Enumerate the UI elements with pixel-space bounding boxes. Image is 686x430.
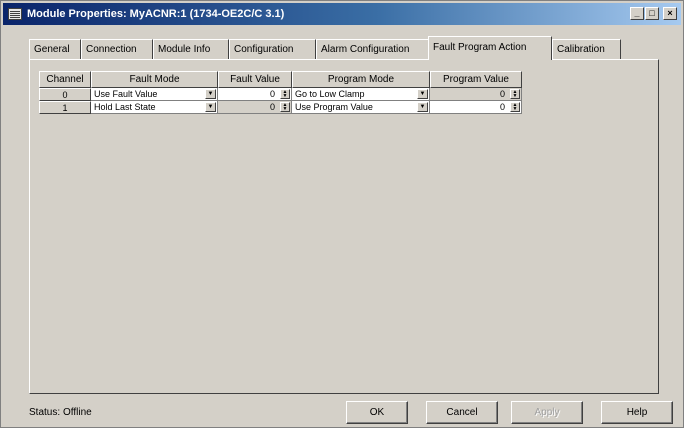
tab-general[interactable]: General — [29, 39, 81, 59]
help-button[interactable]: Help — [601, 401, 673, 424]
program-mode-select[interactable]: Use Program Value ▼ — [292, 101, 430, 114]
fault-mode-value: Use Fault Value — [94, 89, 158, 99]
fault-mode-value: Hold Last State — [94, 102, 156, 112]
fault-value-stepper[interactable]: 0 ▲ ▼ — [218, 88, 292, 101]
fault-mode-select[interactable]: Use Fault Value ▼ — [91, 88, 218, 101]
program-value-stepper[interactable]: 0 ▲ ▼ — [430, 88, 522, 101]
header-program-mode: Program Mode — [292, 71, 430, 88]
header-program-value: Program Value — [430, 71, 522, 88]
fault-value-number: 0 — [269, 102, 275, 112]
channel-cell: 0 — [39, 88, 91, 101]
chevron-down-icon[interactable]: ▼ — [205, 102, 216, 112]
spin-arrows-icon[interactable]: ▲ ▼ — [510, 102, 520, 112]
fault-mode-select[interactable]: Hold Last State ▼ — [91, 101, 218, 114]
cancel-button[interactable]: Cancel — [426, 401, 498, 424]
header-fault-mode: Fault Mode — [91, 71, 218, 88]
status-label: Status: — [29, 407, 61, 418]
status-value: Offline — [63, 407, 92, 418]
apply-button[interactable]: Apply — [511, 401, 583, 424]
fault-value-stepper[interactable]: 0 ▲ ▼ — [218, 101, 292, 114]
fault-value-number: 0 — [269, 89, 275, 99]
program-mode-select[interactable]: Go to Low Clamp ▼ — [292, 88, 430, 101]
tab-alarm-configuration[interactable]: Alarm Configuration — [316, 39, 430, 59]
maximize-button[interactable]: □ — [645, 7, 659, 20]
program-value-stepper[interactable]: 0 ▲ ▼ — [430, 101, 522, 114]
header-fault-value: Fault Value — [218, 71, 292, 88]
program-mode-value: Use Program Value — [295, 102, 373, 112]
window-title: Module Properties: MyACNR:1 (1734-OE2C/C… — [27, 8, 285, 20]
spin-arrows-icon[interactable]: ▲ ▼ — [280, 102, 290, 112]
chevron-down-icon[interactable]: ▼ — [417, 102, 428, 112]
minimize-button[interactable]: _ — [630, 7, 644, 20]
program-value-number: 0 — [499, 102, 505, 112]
program-mode-value: Go to Low Clamp — [295, 89, 365, 99]
chevron-down-icon[interactable]: ▼ — [417, 89, 428, 99]
ok-button[interactable]: OK — [346, 401, 408, 424]
header-channel: Channel — [39, 71, 91, 88]
window-icon — [8, 8, 22, 20]
spin-arrows-icon[interactable]: ▲ ▼ — [280, 89, 290, 99]
tab-module-info[interactable]: Module Info — [153, 39, 229, 59]
tab-fault-program-action[interactable]: Fault Program Action — [428, 36, 552, 60]
program-value-number: 0 — [499, 89, 505, 99]
title-bar[interactable]: Module Properties: MyACNR:1 (1734-OE2C/C… — [3, 3, 681, 25]
spin-arrows-icon[interactable]: ▲ ▼ — [510, 89, 520, 99]
tab-configuration[interactable]: Configuration — [229, 39, 316, 59]
tab-connection[interactable]: Connection — [81, 39, 153, 59]
channel-cell: 1 — [39, 101, 91, 114]
status-area: Status: Offline — [29, 407, 92, 418]
module-properties-window: Module Properties: MyACNR:1 (1734-OE2C/C… — [0, 0, 684, 428]
close-button[interactable]: × — [663, 7, 677, 20]
tab-calibration[interactable]: Calibration — [552, 39, 621, 59]
chevron-down-icon[interactable]: ▼ — [205, 89, 216, 99]
